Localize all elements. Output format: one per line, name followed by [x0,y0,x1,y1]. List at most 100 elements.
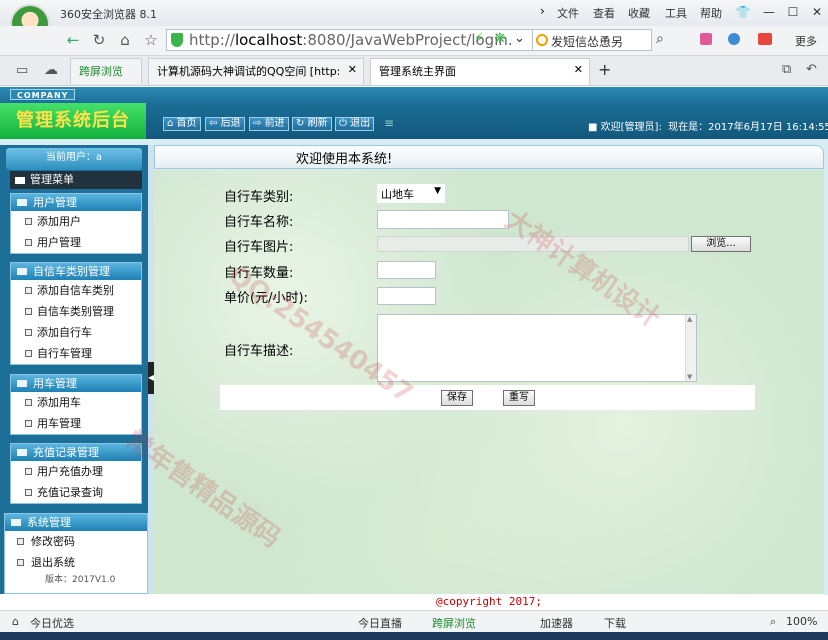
close-icon[interactable]: ✕ [574,63,583,76]
current-time: 2017年6月17日 16:14:55 [708,122,828,133]
back-button[interactable]: ⇦ 后退 [205,117,245,131]
extension-icon[interactable] [700,33,712,45]
sidebar-item-rental-manage[interactable]: 用车管理 [11,413,141,434]
menu-group-label: 充值记录管理 [33,446,99,459]
browser-statusbar: ⌂ 今日优选 今日直播 跨屏浏览 加速器 下载 ⌕ 100% [0,610,828,632]
grid-icon [17,449,27,456]
menu-group-header[interactable]: 用车管理 [11,375,141,392]
sidebar-item-bike-manage[interactable]: 自行车管理 [11,343,141,364]
bullet-icon [25,287,32,294]
bike-type-select[interactable]: 山地车 ▼ [377,184,445,203]
star-icon[interactable]: ☆ [140,29,162,51]
home-icon[interactable]: ⌂ [114,29,136,51]
menu-group-header[interactable]: 系统管理 [5,514,147,531]
menu-file[interactable]: 文件 [557,5,579,21]
refresh-button[interactable]: ↻ 刷新 [292,117,332,131]
dropdown-arrow-icon: ▼ [434,186,441,196]
search-icon[interactable]: ⌕ [656,31,664,47]
sidebar-item-add-rental[interactable]: 添加用车 [11,392,141,413]
url-prefix: http:// [189,31,235,49]
search-input[interactable]: 发短信怂恿另 [532,29,652,51]
menu-group-header[interactable]: 用户管理 [11,194,141,211]
chevron-right-icon[interactable]: › [540,4,545,18]
lightning-icon[interactable]: ⚡ [474,31,484,47]
close-icon[interactable]: ✕ [806,3,828,21]
back-label: 后退 [220,118,241,129]
menu-view[interactable]: 查看 [593,5,615,21]
welcome-text: 欢迎[管理员]: [600,122,662,133]
cloud-icon[interactable]: ☁ [44,62,58,78]
more-tools-label[interactable]: 更多 [795,33,817,49]
url-host: localhost [234,31,303,49]
status-cross-screen[interactable]: 跨屏浏览 [432,615,476,631]
version-label: 版本：2017V1.0 [45,575,116,585]
compat-icon[interactable]: ❋ [494,31,506,47]
sidebar-item-category-manage[interactable]: 自信车类别管理 [11,301,141,322]
bike-type-value: 山地车 [381,188,414,201]
new-tab-button[interactable]: + [598,60,611,79]
reload-icon[interactable]: ↻ [88,29,110,51]
description-label: 自行车描述: [224,344,294,359]
menu-help[interactable]: 帮助 [700,5,722,21]
tab-cross-screen[interactable]: 跨屏浏览 [70,58,142,84]
status-download[interactable]: 下载 [604,615,626,631]
status-accelerator[interactable]: 加速器 [540,615,573,631]
sidebar-item-recharge[interactable]: 用户充值办理 [11,461,141,482]
today-picks[interactable]: 今日优选 [30,615,74,631]
forward-button[interactable]: ⇨ 前进 [249,117,289,131]
extension-icon[interactable] [758,33,772,45]
main-title: 欢迎使用本系统! [296,152,393,167]
restore-tabs-icon[interactable]: ⧉ [782,62,791,77]
tab-qq-space[interactable]: 计算机源码大神调试的QQ空间 [http: ✕ [148,58,364,84]
browse-button[interactable]: 浏览... [691,236,751,252]
textarea-scrollbar[interactable]: ▲ ▼ [685,315,696,381]
bullet-icon [17,538,24,545]
extension-icon[interactable] [728,33,740,45]
search-engine-icon [536,34,548,46]
bullet-icon [25,329,32,336]
undo-icon[interactable]: ↶ [806,62,817,77]
close-icon[interactable]: ✕ [348,63,357,76]
back-icon[interactable]: ← [62,29,84,51]
forward-label: 前进 [264,118,285,129]
zoom-icon[interactable]: ⌕ [770,615,776,629]
search-placeholder: 发短信怂恿另 [551,35,624,49]
type-label: 自行车类别: [224,190,294,205]
reset-button[interactable]: 重写 [503,390,535,406]
home-button[interactable]: ⌂ 首页 [163,117,201,131]
shirt-icon[interactable]: 👕 [732,3,754,21]
tab-admin-main[interactable]: 管理系统主界面 ✕ [370,58,590,85]
welcome-info: ■ 欢迎[管理员]: 现在是：2017年6月17日 16:14:55 [588,118,828,133]
sidebar-item-user-manage[interactable]: 用户管理 [11,232,141,253]
status-live[interactable]: 今日直播 [358,615,402,631]
menu-icon[interactable]: ≡ [384,116,394,130]
menu-tools[interactable]: 工具 [665,5,687,21]
save-button[interactable]: 保存 [441,390,473,406]
bullet-icon [25,308,32,315]
sidebar-item-add-bike[interactable]: 添加自行车 [11,322,141,343]
sidebar-item-change-password[interactable]: 修改密码 [5,531,147,552]
bike-name-input[interactable] [377,210,509,229]
home-label: 首页 [176,118,197,129]
chevron-down-icon[interactable]: ⌄ [514,31,525,46]
minimize-icon[interactable]: — [758,3,780,21]
menu-favorites[interactable]: 收藏 [628,5,650,21]
sidebar-item-recharge-query[interactable]: 充值记录查询 [11,482,141,503]
sidebar-item-add-category[interactable]: 添加自信车类别 [11,280,141,301]
bike-quantity-input[interactable] [377,261,436,279]
menu-group-bike-category: 自信车类别管理 添加自信车类别 自信车类别管理 添加自行车 自行车管理 [10,262,142,365]
sidebar-item-label: 添加用车 [37,396,81,409]
gift-icon[interactable]: ⌂ [12,615,19,628]
panel-icon[interactable]: ▭ [16,63,28,78]
bike-price-input[interactable] [377,287,436,305]
grid-icon [17,380,27,387]
bullet-icon [25,420,32,427]
zoom-level[interactable]: 100% [786,615,817,628]
menu-group-header[interactable]: 自信车类别管理 [11,263,141,280]
grid-icon [15,177,25,184]
sidebar-item-label: 充值记录查询 [37,486,103,499]
maximize-icon[interactable]: ☐ [782,3,804,21]
logout-button[interactable]: ⏻ 退出 [335,117,375,131]
sidebar-item-exit[interactable]: 退出系统 [5,552,147,573]
sidebar-item-add-user[interactable]: 添加用户 [11,211,141,232]
